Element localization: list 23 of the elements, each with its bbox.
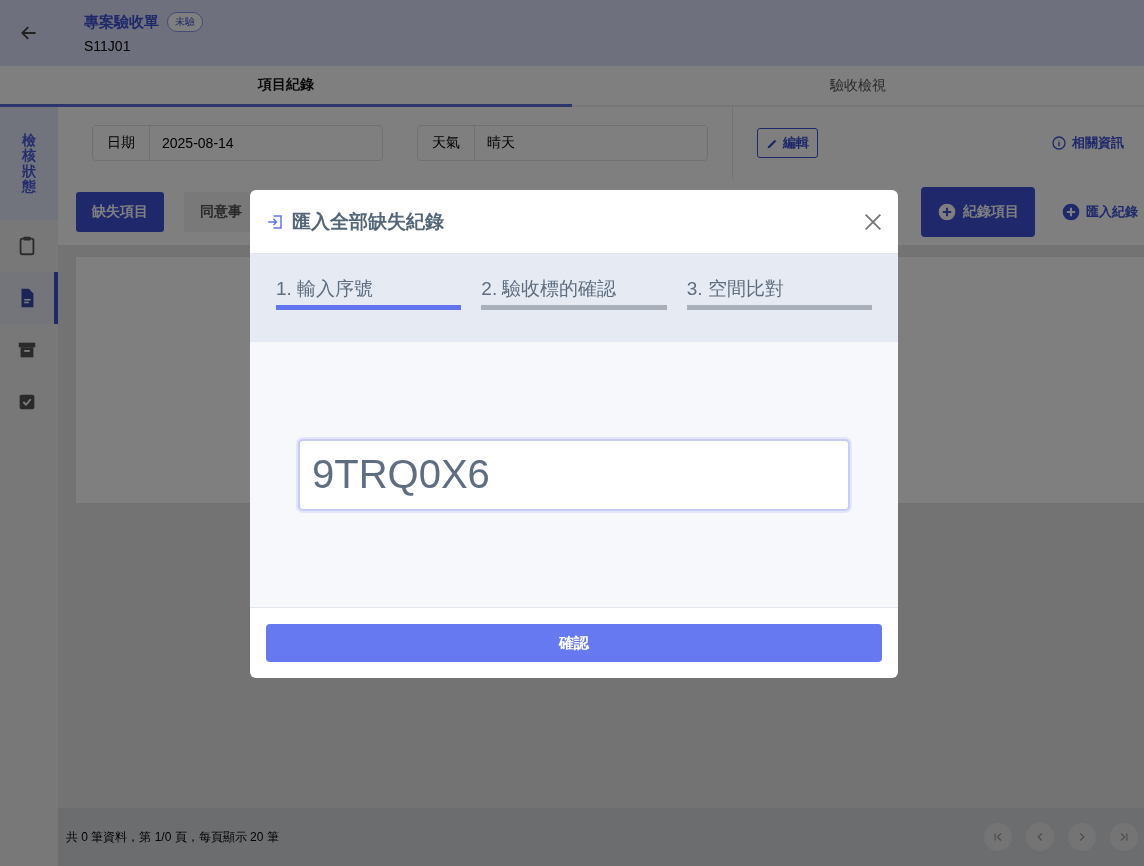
import-icon	[266, 212, 284, 231]
plus-icon	[1061, 202, 1081, 222]
side-panel-tab[interactable]: 檢核狀態	[0, 107, 58, 220]
plus-icon	[937, 202, 957, 222]
info-link[interactable]: 相關資訊	[1045, 133, 1130, 153]
project-code: S11J01	[84, 38, 132, 54]
field[interactable]: 日期 2025-08-14	[92, 125, 383, 161]
info-icon	[1051, 135, 1067, 151]
page-title: 專案驗收單	[84, 12, 159, 32]
step-tab[interactable]: 2. 驗收標的確認	[481, 254, 667, 310]
edit-button[interactable]: 編輯	[757, 128, 818, 158]
confirm-button[interactable]: 確認	[266, 624, 882, 662]
step-tab[interactable]: 3. 空間比對	[686, 254, 872, 310]
filter-button[interactable]: 缺失項目	[76, 192, 164, 232]
import-link[interactable]: 匯入紀錄	[1055, 201, 1144, 223]
status-badge: 未驗	[167, 12, 203, 32]
dialog-title: 匯入全部缺失紀錄	[292, 209, 445, 234]
sidebar-item[interactable]	[0, 272, 58, 324]
step-tab[interactable]: 1. 輸入序號	[276, 254, 462, 310]
pagination-summary: 共 0 筆資料，第 1/0 頁，每頁顯示 20 筆	[66, 828, 280, 846]
serial-input-field[interactable]: 9TRQ0X6	[298, 438, 850, 511]
field[interactable]: 天氣 晴天	[417, 125, 708, 161]
record-button[interactable]: 紀錄項目	[921, 187, 1035, 237]
